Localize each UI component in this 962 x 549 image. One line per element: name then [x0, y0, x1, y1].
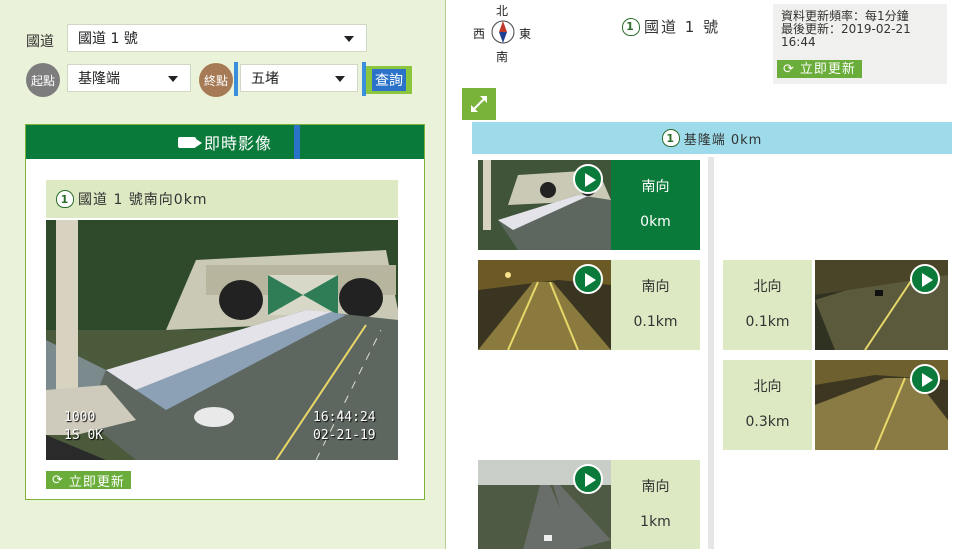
search-panel: 國道 國道 1 號 起點 基隆端 終點 五堵 查詢 即時影像 1 國道 1 號南… [0, 0, 446, 549]
refresh-label: 立即更新 [799, 61, 856, 77]
camera-km: 0.1km [633, 314, 678, 330]
camera-card: 1 國道 1 號南向0km 1000 1S 0K 16:44:24 02-21-… [46, 180, 398, 460]
camera-direction: 北向 [753, 379, 782, 395]
end-label: 終點 [199, 63, 233, 97]
chevron-down-icon [168, 76, 178, 82]
highway-label: 國道 [26, 34, 54, 50]
camera-direction-box[interactable]: 南向 0.1km [611, 260, 700, 350]
expand-icon [471, 96, 487, 112]
camera-direction-box[interactable]: 南向 0km [611, 160, 700, 250]
end-select-value: 五堵 [251, 71, 279, 87]
camera-direction-box[interactable]: 北向 0.1km [723, 260, 812, 350]
refresh-button[interactable]: ⟳ 立即更新 [777, 60, 862, 78]
osd-time: 16:44:24 [313, 410, 376, 425]
live-video-title: 即時影像 [203, 134, 272, 153]
refresh-icon: ⟳ [52, 472, 64, 488]
camera-direction-box[interactable]: 南向 1km [611, 460, 700, 549]
refresh-label: 立即更新 [68, 474, 125, 490]
live-video-feed[interactable]: 1000 1S 0K 16:44:24 02-21-19 [46, 220, 398, 460]
camera-km: 1km [640, 514, 671, 530]
osd-top-left: 1000 [64, 410, 96, 425]
play-icon[interactable] [910, 364, 940, 394]
video-camera-icon [177, 136, 202, 148]
compass: 北 南 西 東 [471, 2, 535, 64]
camera-km: 0km [640, 214, 671, 230]
camera-direction-box[interactable]: 北向 0.3km [723, 360, 812, 450]
update-info: 資料更新頻率：每1分鐘 最後更新：2019-02-21 16:44 ⟳ 立即更新 [773, 4, 947, 84]
last-update: 最後更新：2019-02-21 16:44 [781, 22, 911, 49]
refresh-icon: ⟳ [783, 61, 795, 77]
play-icon[interactable] [573, 264, 603, 294]
camera-title-text: 國道 1 號南向0km [78, 192, 208, 208]
camera-direction: 南向 [641, 179, 670, 195]
route-title-text: 國道 1 號 [644, 18, 721, 36]
osd-bottom-left: 1S 0K [64, 428, 104, 443]
focus-marker [294, 125, 300, 159]
start-point-bar: 1 基隆端 0km [472, 122, 952, 154]
end-select[interactable]: 五堵 [240, 64, 358, 92]
live-video-panel: 即時影像 1 國道 1 號南向0km 1000 1S 0K 16:44:24 0… [25, 124, 425, 500]
highway-shield-icon: 1 [622, 17, 640, 36]
camera-direction: 南向 [641, 479, 670, 495]
refresh-button[interactable]: ⟳ 立即更新 [46, 471, 131, 490]
camera-km: 0.1km [745, 314, 790, 330]
query-button[interactable]: 查詢 [366, 66, 412, 94]
compass-needle-icon [491, 20, 515, 44]
live-video-header: 即時影像 [26, 125, 424, 159]
highway-shield-icon: 1 [661, 129, 680, 147]
highway-select[interactable]: 國道 1 號 [67, 24, 367, 52]
camera-title: 1 國道 1 號南向0km [46, 180, 398, 218]
compass-north: 北 [496, 4, 509, 18]
osd-date: 02-21-19 [313, 428, 376, 443]
start-select[interactable]: 基隆端 [67, 64, 191, 92]
chevron-down-icon [344, 36, 354, 42]
camera-direction: 北向 [753, 279, 782, 295]
camera-direction: 南向 [641, 279, 670, 295]
start-point-label: 基隆端 0km [683, 132, 763, 148]
query-button-label: 查詢 [372, 69, 406, 91]
play-icon[interactable] [573, 164, 603, 194]
camera-km: 0.3km [745, 414, 790, 430]
play-icon[interactable] [910, 264, 940, 294]
compass-west: 西 [473, 27, 486, 41]
compass-east: 東 [519, 27, 532, 41]
chevron-down-icon [335, 76, 345, 82]
expand-button[interactable] [462, 88, 496, 120]
focus-marker [234, 62, 238, 96]
start-select-value: 基隆端 [78, 71, 120, 87]
route-title: 1 國道 1 號 [622, 16, 720, 37]
highway-shield-icon: 1 [56, 190, 74, 208]
compass-south: 南 [496, 50, 509, 64]
route-panel: 北 南 西 東 1 國道 1 號 資料更新頻率：每1分鐘 最後更新：2019-0… [447, 0, 962, 549]
route-line [708, 157, 714, 549]
play-icon[interactable] [573, 464, 603, 494]
highway-select-value: 國道 1 號 [78, 31, 138, 47]
start-label: 起點 [26, 63, 60, 97]
